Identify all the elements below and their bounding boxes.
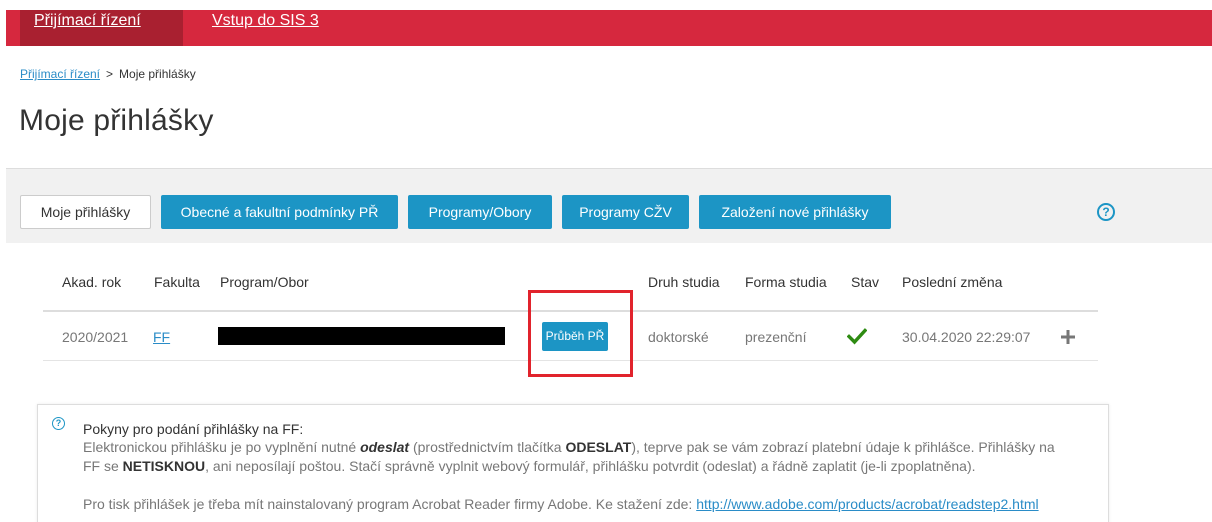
page-title: Moje přihlášky (19, 104, 214, 137)
cell-year: 2020/2021 (62, 329, 129, 345)
info-paragraph-1: Elektronickou přihlášku je po vyplnění n… (83, 439, 1055, 455)
column-header-status: Stav (851, 274, 880, 290)
breadcrumb-current: Moje přihlášky (119, 67, 196, 81)
info-paragraph-3: Pro tisk přihlášek je třeba mít nainstal… (83, 496, 1039, 512)
info-heading: Pokyny pro podání přihlášky na FF: (83, 421, 304, 437)
tab-admissions[interactable]: Přijímací řízení (20, 10, 183, 46)
cell-study-form: prezenční (745, 329, 807, 345)
cell-study-type: doktorské (648, 329, 709, 345)
breadcrumb-link-admissions[interactable]: Přijímací řízení (20, 67, 100, 81)
info-panel: ? Pokyny pro podání přihlášky na FF: Ele… (37, 404, 1109, 522)
highlight-annotation (528, 290, 633, 377)
programs-czv-button[interactable]: Programy CŽV (562, 195, 689, 229)
info-paragraph-2: FF se NETISKNOU, ani neposílají poštou. … (83, 458, 976, 474)
column-header-study-form: Forma studia (745, 274, 827, 290)
breadcrumb: Přijímací řízení > Moje přihlášky (20, 67, 196, 81)
column-header-last-change: Poslední změna (902, 274, 1003, 290)
column-header-year: Akad. rok (62, 274, 122, 290)
help-icon[interactable]: ? (1097, 203, 1115, 221)
my-applications-button[interactable]: Moje přihlášky (20, 195, 151, 229)
column-header-faculty: Fakulta (154, 274, 200, 290)
adobe-download-link[interactable]: http://www.adobe.com/products/acrobat/re… (696, 496, 1038, 512)
breadcrumb-separator: > (106, 67, 114, 81)
info-icon: ? (52, 417, 65, 430)
top-navigation-bar: Přijímací řízení Vstup do SIS 3 (6, 10, 1212, 46)
cell-program-redacted (218, 327, 505, 345)
plus-icon[interactable] (1061, 330, 1075, 344)
new-application-button[interactable]: Založení nové přihlášky (699, 195, 891, 229)
conditions-button[interactable]: Obecné a fakultní podmínky PŘ (161, 195, 398, 229)
programs-button[interactable]: Programy/Obory (408, 195, 552, 229)
cell-faculty-link[interactable]: FF (153, 329, 170, 345)
check-icon (847, 328, 867, 345)
column-header-program: Program/Obor (220, 274, 309, 290)
toolbar-panel: Moje přihlášky Obecné a fakultní podmínk… (6, 168, 1212, 243)
column-header-study-type: Druh studia (648, 274, 720, 290)
cell-last-change: 30.04.2020 22:29:07 (902, 329, 1031, 345)
tab-sis3[interactable]: Vstup do SIS 3 (212, 10, 319, 46)
